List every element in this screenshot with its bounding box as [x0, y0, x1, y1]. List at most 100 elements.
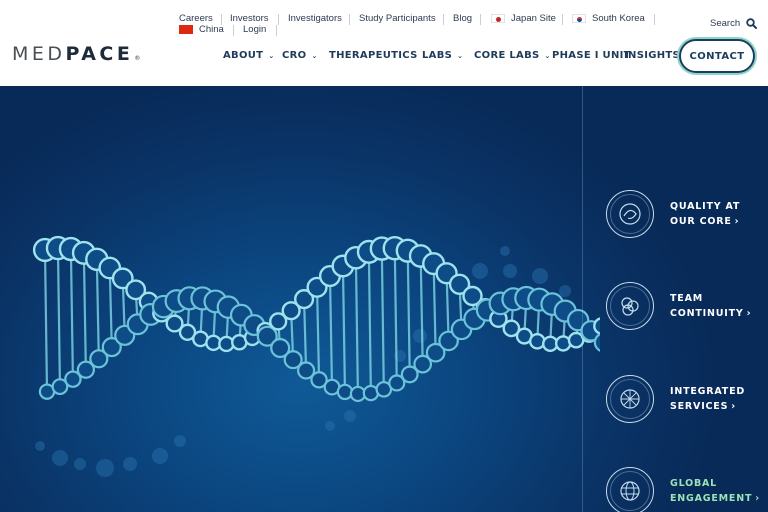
helix-node: [336, 383, 354, 401]
background-dot: [74, 458, 86, 470]
study-participants-link[interactable]: Study Participants: [359, 13, 436, 24]
helix-rung: [315, 287, 321, 380]
nav-cro[interactable]: CRO ⌄: [282, 50, 318, 61]
china-flag-icon: [179, 25, 193, 34]
helix-rung: [56, 248, 62, 387]
south-korea-label: South Korea: [592, 13, 645, 24]
nav-therapeutics-label: THERAPEUTICS: [329, 50, 418, 61]
background-dot: [174, 435, 186, 447]
helix-rung: [367, 251, 372, 394]
nav-cro-label: CRO: [282, 50, 307, 61]
feature-quality-line2: OUR CORE: [670, 216, 732, 227]
feature-global-line2: ENGAGEMENT: [670, 493, 753, 504]
south-korea-link[interactable]: South Korea: [572, 13, 645, 24]
feature-global[interactable]: GLOBAL ENGAGEMENT ›: [606, 467, 760, 512]
japan-site-link[interactable]: Japan Site: [491, 13, 556, 24]
hero-divider: [582, 86, 583, 512]
chevron-right-icon: ›: [755, 493, 760, 504]
helix-rung: [302, 299, 308, 371]
background-dot: [152, 448, 168, 464]
helix-rung: [341, 265, 347, 392]
logo-text-med: MED: [12, 43, 66, 65]
nav-therapeutics[interactable]: THERAPEUTICS ⌄: [329, 50, 429, 61]
background-dot: [96, 459, 114, 477]
helix-rung: [43, 249, 49, 392]
helix-rung: [95, 259, 100, 359]
services-icon: [606, 375, 654, 423]
team-icon: [606, 282, 654, 330]
contact-button[interactable]: CONTACT: [679, 39, 755, 73]
divider: [349, 14, 350, 25]
helix-rung: [393, 248, 398, 384]
chevron-right-icon: ›: [734, 216, 740, 227]
chevron-down-icon: ⌄: [544, 51, 551, 60]
helix-rung: [432, 263, 437, 353]
nav-about[interactable]: ABOUT ⌄: [223, 50, 274, 61]
background-dot: [52, 450, 68, 466]
helix-rung: [108, 267, 113, 348]
site-header: MED PACE ® Careers Investors Investigato…: [0, 0, 768, 86]
feature-global-text: GLOBAL ENGAGEMENT ›: [670, 476, 760, 506]
feature-team[interactable]: TEAM CONTINUITY ›: [606, 282, 751, 330]
divider: [654, 14, 655, 25]
nav-core-labs-label: CORE LABS: [474, 50, 540, 61]
helix-rung: [69, 249, 75, 380]
background-dot: [559, 285, 571, 297]
quality-icon: [606, 190, 654, 238]
feature-quality[interactable]: QUALITY AT OUR CORE ›: [606, 190, 740, 238]
feature-services-text: INTEGRATED SERVICES ›: [670, 384, 745, 414]
japan-site-label: Japan Site: [511, 13, 556, 24]
investigators-link[interactable]: Investigators: [288, 13, 342, 24]
nav-labs-label: LABS: [422, 50, 453, 61]
japan-flag-icon: [491, 14, 505, 23]
medpace-logo[interactable]: MED PACE ®: [12, 42, 140, 66]
background-dot: [532, 268, 548, 284]
helix-node: [593, 317, 600, 335]
feature-quality-line1: QUALITY AT: [670, 201, 741, 212]
background-dot: [472, 263, 488, 279]
china-link[interactable]: China: [179, 24, 224, 35]
helix-rung: [419, 255, 424, 365]
chevron-down-icon: ⌄: [268, 51, 275, 60]
feature-services-line1: INTEGRATED: [670, 386, 746, 397]
logo-text-pace: PACE: [66, 43, 134, 65]
investors-link[interactable]: Investors: [230, 13, 269, 24]
background-dot: [35, 441, 45, 451]
helix-rung: [328, 276, 334, 388]
background-dot: [503, 264, 517, 278]
logo-text-pace-word: PACE: [65, 43, 134, 65]
divider: [443, 14, 444, 25]
login-link[interactable]: Login: [243, 24, 266, 35]
helix-rung: [380, 248, 385, 390]
divider: [480, 14, 481, 25]
feature-services-line2: SERVICES: [670, 401, 729, 412]
chevron-right-icon: ›: [746, 308, 752, 319]
careers-link[interactable]: Careers: [179, 13, 213, 24]
chevron-down-icon: ⌄: [457, 51, 464, 60]
background-dot: [325, 421, 335, 431]
search-label: Search: [710, 18, 741, 29]
nav-labs[interactable]: LABS ⌄: [422, 50, 463, 61]
divider: [278, 14, 279, 25]
background-dot: [123, 457, 137, 471]
chevron-right-icon: ›: [731, 401, 736, 412]
divider: [562, 14, 563, 25]
search-button[interactable]: Search: [710, 18, 758, 29]
helix-rung: [82, 252, 87, 370]
globe-icon: [606, 467, 654, 512]
nav-phase-1-unit[interactable]: PHASE I UNIT: [552, 50, 631, 61]
blog-link[interactable]: Blog: [453, 13, 472, 24]
feature-services[interactable]: INTEGRATED SERVICES ›: [606, 375, 745, 423]
feature-quality-text: QUALITY AT OUR CORE ›: [670, 199, 740, 229]
background-dot: [344, 410, 356, 422]
hero-banner: QUALITY AT OUR CORE › TEAM CONTINUITY › IN…: [0, 86, 768, 512]
background-dot: [500, 246, 510, 256]
nav-insights[interactable]: INSIGHTS: [624, 50, 680, 61]
nav-core-labs[interactable]: CORE LABS ⌄: [474, 50, 551, 61]
divider: [233, 25, 234, 36]
background-dot: [413, 329, 427, 343]
helix-rung: [354, 257, 360, 394]
china-label: China: [199, 24, 224, 35]
helix-rung: [406, 250, 411, 375]
dna-helix-illustration: [32, 235, 600, 477]
